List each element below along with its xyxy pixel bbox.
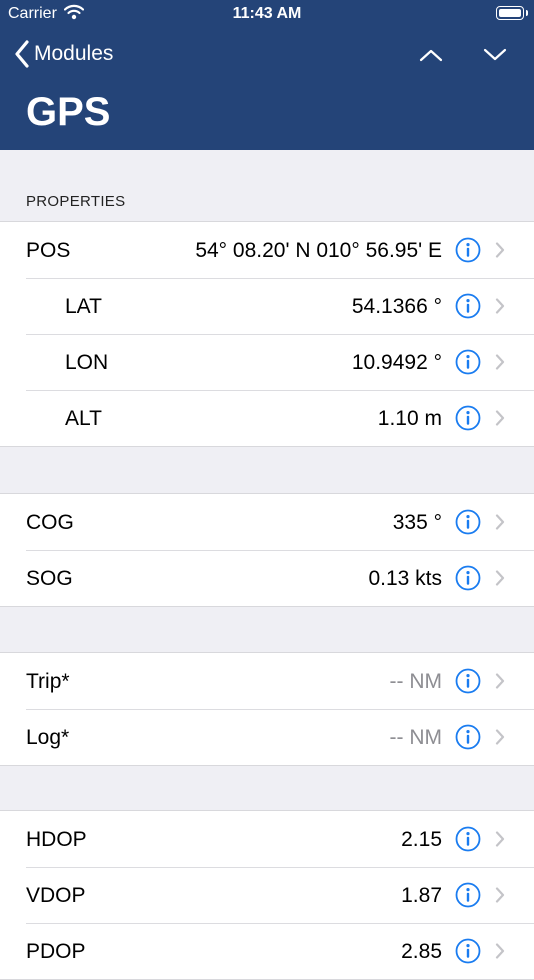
chevron-right-icon [495,729,505,745]
row-label: Log* [26,726,70,749]
clock: 11:43 AM [232,5,302,22]
chevron-right-icon [495,673,505,689]
table-row[interactable]: LAT 54.1366 ° [0,278,534,334]
chevron-right-icon [495,242,505,258]
table-row[interactable]: COG 335 ° [0,494,534,550]
row-value: 2.85 [401,940,442,963]
table-group: COG 335 ° SOG 0.13 kts [0,493,534,607]
table-group: Trip* -- NM Log* -- NM [0,652,534,766]
chevron-right-icon [495,831,505,847]
info-icon[interactable] [455,405,481,431]
table-row[interactable]: LON 10.9492 ° [0,334,534,390]
row-label: POS [26,239,71,262]
row-value: 54° 08.20' N 010° 56.95' E [195,239,442,262]
row-value: 1.10 m [377,407,442,430]
row-value: 1.87 [401,884,442,907]
info-icon[interactable] [455,349,481,375]
info-icon[interactable] [455,724,481,750]
chevron-down-icon [483,48,507,61]
row-label: PDOP [26,940,86,963]
row-label: Trip* [26,670,70,693]
back-button-label: Modules [34,42,114,65]
chevron-right-icon [495,570,505,586]
row-value: 0.13 kts [368,567,442,590]
info-icon[interactable] [455,882,481,908]
chevron-right-icon [495,887,505,903]
chevron-right-icon [495,514,505,530]
row-label: LAT [65,295,102,318]
table-group: POS 54° 08.20' N 010° 56.95' E LAT 54.1366 … [0,221,534,447]
table-row[interactable]: PDOP 2.85 [0,923,534,979]
row-value: 10.9492 ° [351,351,442,374]
row-value: 2.15 [401,828,442,851]
row-value: 335 ° [392,511,442,534]
table-group: HDOP 2.15 VDOP 1.87 PDOP 2.85 [0,810,534,980]
row-label: VDOP [26,884,86,907]
info-icon[interactable] [455,565,481,591]
chevron-right-icon [495,410,505,426]
table-row[interactable]: HDOP 2.15 [0,811,534,867]
chevron-right-icon [495,943,505,959]
info-icon[interactable] [455,293,481,319]
row-label: COG [26,511,74,534]
table-row[interactable]: POS 54° 08.20' N 010° 56.95' E [0,222,534,278]
section-header-properties: PROPERTIES [26,193,126,210]
row-value: -- NM [389,726,442,749]
table-row[interactable]: SOG 0.13 kts [0,550,534,606]
row-value: 54.1366 ° [351,295,442,318]
row-value: -- NM [389,670,442,693]
status-bar: Carrier 11:43 AM [0,0,534,28]
info-icon[interactable] [455,826,481,852]
info-icon[interactable] [455,237,481,263]
info-icon[interactable] [455,938,481,964]
chevron-right-icon [495,298,505,314]
navigation-header: Carrier 11:43 AM Modules GPS [0,0,534,150]
table-row[interactable]: Log* -- NM [0,709,534,765]
page-title: GPS [26,90,111,134]
row-label: ALT [65,407,102,430]
row-label: HDOP [26,828,87,851]
back-button[interactable]: Modules [14,38,113,70]
table-row[interactable]: Trip* -- NM [0,653,534,709]
row-label: SOG [26,567,73,590]
info-icon[interactable] [455,509,481,535]
table-row[interactable]: VDOP 1.87 [0,867,534,923]
chevron-left-icon [15,40,29,68]
table-row[interactable]: ALT 1.10 m [0,390,534,446]
chevron-right-icon [495,354,505,370]
next-button[interactable] [480,42,510,68]
info-icon[interactable] [455,668,481,694]
chevron-up-icon [419,49,443,62]
battery-icon [496,6,528,20]
row-label: LON [65,351,109,374]
previous-button[interactable] [416,42,446,68]
